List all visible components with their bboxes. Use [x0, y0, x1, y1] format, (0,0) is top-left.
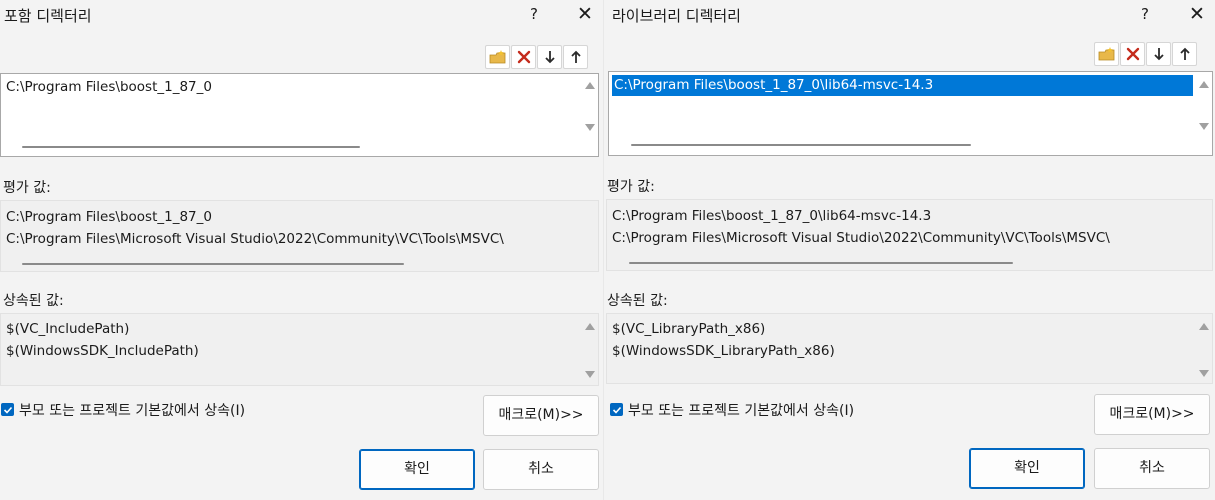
evaluated-value-label: 평가 값:	[607, 179, 655, 195]
inherited-line: $(WindowsSDK_LibraryPath_x86)	[612, 343, 835, 359]
close-button[interactable]: ✕	[1185, 3, 1209, 25]
close-button[interactable]: ✕	[573, 3, 597, 25]
delete-icon	[517, 50, 531, 64]
inherited-line: $(WindowsSDK_IncludePath)	[6, 343, 199, 359]
move-up-button[interactable]	[563, 45, 588, 69]
new-line-button[interactable]	[1094, 42, 1119, 66]
list-toolbar	[1094, 42, 1197, 66]
arrow-down-icon	[544, 50, 556, 64]
library-directories-dialog: 라이브러리 디렉터리 ? ✕ C:\Program Files\boost_1_…	[604, 0, 1215, 500]
arrow-up-icon	[1179, 47, 1191, 61]
inherited-line: $(VC_LibraryPath_x86)	[612, 321, 766, 337]
evaluated-value-label: 평가 값:	[3, 180, 51, 196]
macro-button[interactable]: 매크로(M)>>	[483, 395, 599, 436]
directory-list[interactable]: C:\Program Files\boost_1_87_0	[0, 73, 599, 157]
scroll-down-icon[interactable]	[585, 124, 595, 131]
inherited-line: $(VC_IncludePath)	[6, 321, 130, 337]
delete-button[interactable]	[1120, 42, 1145, 66]
scroll-up-icon[interactable]	[585, 82, 595, 89]
scroll-up-icon[interactable]	[1199, 81, 1209, 88]
inherited-value-box: $(VC_LibraryPath_x86) $(WindowsSDK_Libra…	[606, 313, 1213, 384]
move-up-button[interactable]	[1172, 42, 1197, 66]
evaluated-line: C:\Program Files\Microsoft Visual Studio…	[6, 231, 504, 247]
cancel-button[interactable]: 취소	[483, 449, 599, 490]
vertical-scrollbar[interactable]	[581, 74, 598, 156]
ok-button[interactable]: 확인	[359, 449, 475, 490]
list-toolbar	[485, 45, 588, 69]
evaluated-value-clip: C:\Program Files\boost_1_87_0 C:\Program…	[1, 201, 581, 261]
inherit-checkbox[interactable]	[610, 403, 623, 416]
new-folder-icon	[489, 49, 507, 65]
horizontal-scrollbar-thumb[interactable]	[631, 144, 971, 146]
move-down-button[interactable]	[537, 45, 562, 69]
screenshot-root: 포함 디렉터리 ? ✕ C:\Program Files\boost_1_87_…	[0, 0, 1215, 500]
evaluated-line: C:\Program Files\boost_1_87_0	[6, 209, 212, 225]
scroll-down-icon[interactable]	[1199, 123, 1209, 130]
help-button[interactable]: ?	[522, 3, 546, 25]
scroll-up-icon[interactable]	[585, 323, 595, 330]
horizontal-scrollbar-thumb[interactable]	[22, 146, 360, 148]
vertical-scrollbar[interactable]	[1195, 72, 1212, 155]
arrow-up-icon	[570, 50, 582, 64]
evaluated-value-box: C:\Program Files\boost_1_87_0\lib64-msvc…	[606, 199, 1213, 271]
inherited-value-box: $(VC_IncludePath) $(WindowsSDK_IncludePa…	[0, 313, 599, 386]
list-item-selected[interactable]: C:\Program Files\boost_1_87_0\lib64-msvc…	[612, 75, 1193, 96]
cancel-button[interactable]: 취소	[1094, 448, 1210, 489]
evaluated-value-box: C:\Program Files\boost_1_87_0 C:\Program…	[0, 200, 599, 272]
delete-icon	[1126, 47, 1140, 61]
help-button[interactable]: ?	[1133, 3, 1157, 25]
inherited-value-label: 상속된 값:	[607, 293, 668, 309]
inherit-checkbox-label[interactable]: 부모 또는 프로젝트 기본값에서 상속(I)	[19, 400, 245, 420]
horizontal-scrollbar-thumb[interactable]	[629, 262, 1013, 264]
horizontal-scrollbar-thumb[interactable]	[22, 263, 404, 265]
list-item[interactable]: C:\Program Files\boost_1_87_0	[4, 77, 212, 98]
dialog-title: 라이브러리 디렉터리	[612, 7, 741, 25]
vertical-scrollbar[interactable]	[581, 314, 598, 385]
checkmark-icon	[3, 400, 13, 419]
inherit-checkbox[interactable]	[1, 403, 14, 416]
inherited-value-label: 상속된 값:	[3, 293, 64, 309]
vertical-scrollbar[interactable]	[1195, 314, 1212, 383]
delete-button[interactable]	[511, 45, 536, 69]
include-directories-dialog: 포함 디렉터리 ? ✕ C:\Program Files\boost_1_87_…	[0, 0, 603, 500]
evaluated-value-clip: C:\Program Files\boost_1_87_0\lib64-msvc…	[607, 200, 1189, 260]
dialog-title: 포함 디렉터리	[4, 7, 92, 25]
new-folder-icon	[1098, 46, 1116, 62]
move-down-button[interactable]	[1146, 42, 1171, 66]
scroll-down-icon[interactable]	[1199, 370, 1209, 377]
new-line-button[interactable]	[485, 45, 510, 69]
scroll-up-icon[interactable]	[1199, 323, 1209, 330]
scroll-down-icon[interactable]	[585, 371, 595, 378]
macro-button[interactable]: 매크로(M)>>	[1094, 394, 1210, 435]
checkmark-icon	[612, 400, 622, 419]
arrow-down-icon	[1153, 47, 1165, 61]
evaluated-line: C:\Program Files\Microsoft Visual Studio…	[612, 230, 1110, 246]
ok-button[interactable]: 확인	[969, 448, 1085, 489]
inherit-checkbox-label[interactable]: 부모 또는 프로젝트 기본값에서 상속(I)	[628, 400, 854, 420]
directory-list[interactable]: C:\Program Files\boost_1_87_0\lib64-msvc…	[608, 71, 1213, 156]
evaluated-line: C:\Program Files\boost_1_87_0\lib64-msvc…	[612, 208, 932, 224]
